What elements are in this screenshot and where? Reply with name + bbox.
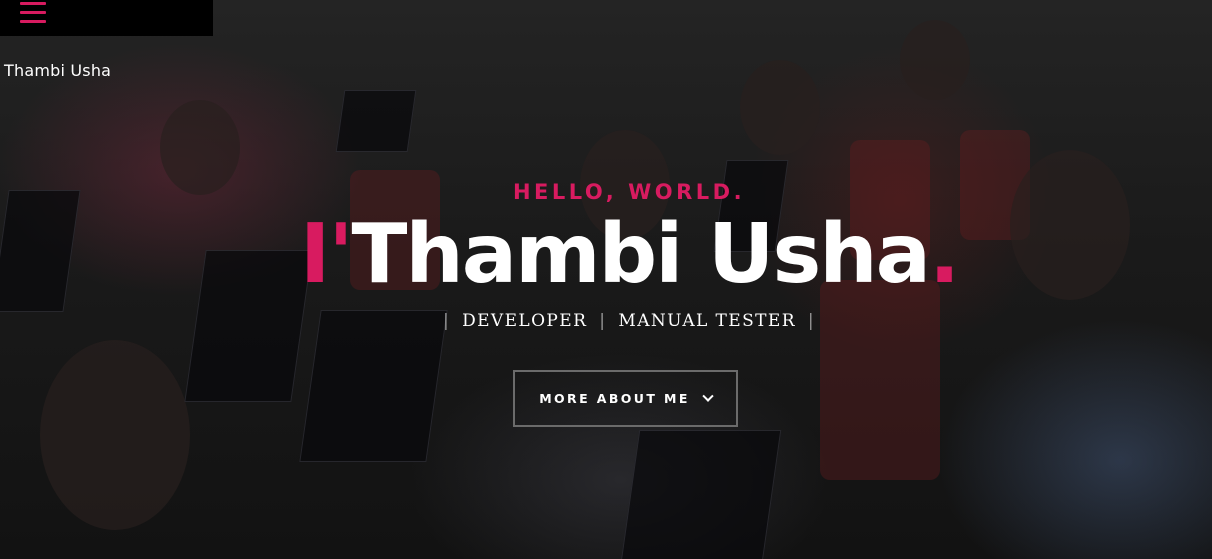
menu-bar [0, 0, 213, 36]
greeting: HELLO, WORLD. [512, 180, 746, 204]
more-about-me-button[interactable]: MORE ABOUT ME [513, 370, 738, 427]
hero-title: I'Thambi Usha. [0, 207, 1212, 303]
role-item: DEVELOPER [462, 311, 588, 331]
name-dot: . [929, 207, 960, 302]
role-separator: | [442, 311, 451, 331]
name-text: Thambi Usha [351, 207, 931, 302]
chevron-down-icon [702, 390, 714, 402]
hamburger-icon[interactable] [20, 2, 46, 24]
role-separator: | [599, 311, 607, 331]
role-separator: | [807, 311, 816, 331]
hero-section: Thambi Usha HELLO, WORLD. I'Thambi Usha.… [0, 0, 1212, 559]
site-brand[interactable]: Thambi Usha [4, 61, 111, 80]
more-about-me-label: MORE ABOUT ME [539, 391, 690, 406]
role-item: MANUAL TESTER [618, 311, 796, 331]
roles-list: | DEVELOPER | MANUAL TESTER | [0, 311, 1212, 331]
name-prefix: I' [299, 207, 354, 302]
